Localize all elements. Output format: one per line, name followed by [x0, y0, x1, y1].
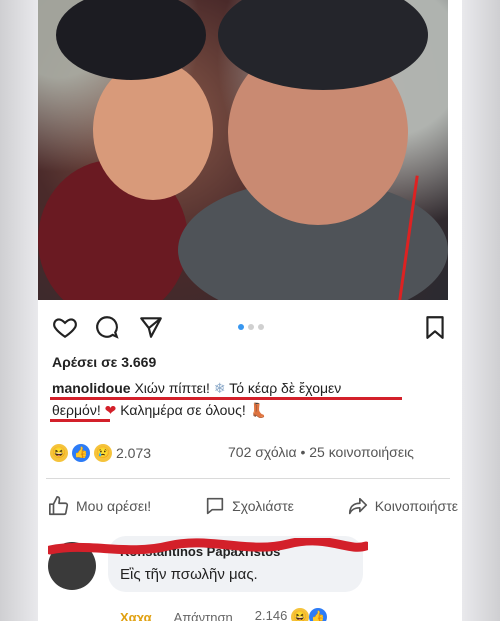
- post-photo[interactable]: [38, 0, 448, 300]
- comment-reply-link[interactable]: Απάντηση: [174, 610, 233, 621]
- comment-button[interactable]: Σχολιάστε: [204, 492, 294, 520]
- comment-bubble-icon[interactable]: [94, 314, 120, 340]
- comment-actions: Χαχα Απάντηση 2.146 😆 👍: [120, 608, 327, 621]
- bookmark-icon[interactable]: [422, 314, 448, 340]
- carousel-dot: [248, 324, 254, 330]
- like-reaction-icon: 👍: [308, 608, 327, 621]
- red-underline-1: [50, 397, 402, 400]
- snowflake-emoji: ❄: [213, 380, 226, 396]
- carousel-dot: [258, 324, 264, 330]
- sad-reaction-icon: 😢: [94, 444, 112, 462]
- caption-text-3: θερμόν!: [52, 402, 105, 418]
- like-label: Μου αρέσει!: [76, 498, 152, 514]
- red-underline-2: [50, 419, 110, 422]
- caption-text-4: Καλημέρα σε όλους!: [116, 402, 250, 418]
- share-button[interactable]: Κοινοποιήστε: [347, 492, 458, 520]
- speech-bubble-icon: [206, 497, 224, 515]
- comment-reaction-count[interactable]: 2.146 😆 👍: [255, 608, 327, 621]
- like-button[interactable]: Μου αρέσει!: [48, 492, 151, 520]
- woman-face: [93, 60, 213, 200]
- thumbs-up-icon: [49, 496, 69, 516]
- comments-shares-count[interactable]: 702 σχόλια • 25 κοινοποιήσεις: [228, 444, 414, 460]
- heart-outline-icon[interactable]: [52, 314, 78, 340]
- comment-item: Konstantinos Papaxristos Εἲς τῆν πσωλῆν …: [48, 536, 458, 621]
- haha-reaction-icon: 😆: [290, 608, 309, 621]
- like-reaction-icon: 👍: [72, 444, 90, 462]
- share-arrow-icon: [348, 497, 367, 515]
- red-scribble-censor: [48, 538, 368, 555]
- likes-count[interactable]: Αρέσει σε 3.669: [52, 354, 156, 370]
- instagram-post: Αρέσει σε 3.669 manolidoue Χιών πίπτει! …: [38, 0, 462, 621]
- comment-label: Σχολιάστε: [232, 498, 294, 514]
- caption-text-2: Τό κέαρ δὲ ἔχομεν: [225, 380, 342, 396]
- heart-emoji: ❤: [104, 402, 117, 418]
- boot-emoji: 👢: [249, 402, 268, 418]
- divider: [46, 478, 450, 479]
- comment-haha-link[interactable]: Χαχα: [120, 610, 152, 621]
- carousel-dot-active: [238, 324, 244, 330]
- reaction-count: 2.073: [116, 445, 152, 461]
- paper-plane-icon[interactable]: [138, 314, 164, 340]
- haha-reaction-icon: 😆: [50, 444, 68, 462]
- comment-text: Εἲς τῆν πσωλῆν μας.: [120, 566, 258, 583]
- share-label: Κοινοποιήστε: [374, 498, 458, 514]
- reaction-summary[interactable]: 😆 👍 😢 2.073: [50, 442, 151, 464]
- comment-reaction-number: 2.146: [254, 608, 288, 621]
- phone-frame-right: [462, 0, 500, 621]
- fb-action-bar: Μου αρέσει! Σχολιάστε Κοινοποιήστε: [48, 492, 458, 520]
- caption-text-1: Χιών πίπτει!: [134, 380, 214, 396]
- carousel-dots: [238, 324, 264, 330]
- phone-frame-left: [0, 0, 38, 621]
- caption-username[interactable]: manolidoue: [52, 380, 131, 396]
- post-action-bar: [52, 314, 448, 342]
